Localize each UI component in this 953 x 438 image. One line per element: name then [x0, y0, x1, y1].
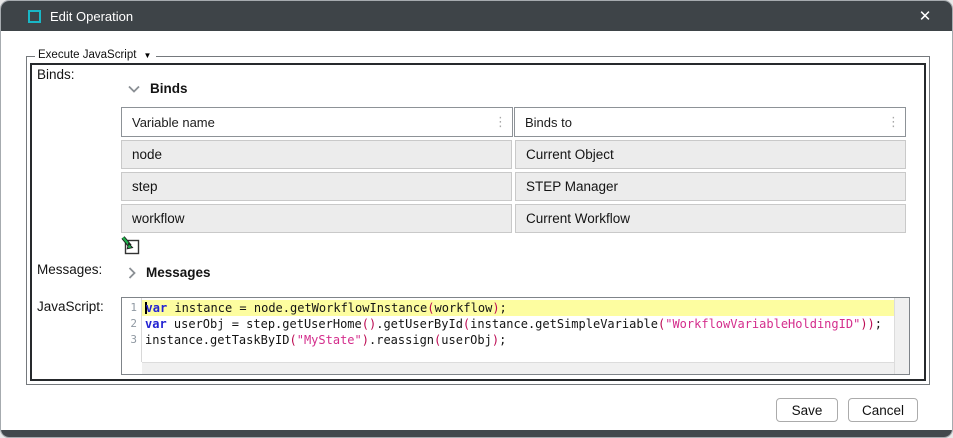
close-button[interactable]: ✕ [910, 1, 940, 31]
scrollbar-corner [122, 362, 142, 374]
save-button[interactable]: Save [776, 398, 838, 422]
cell-binds-to[interactable]: Current Workflow [515, 204, 906, 233]
table-edit-icon [120, 235, 141, 256]
column-header-variable-name[interactable]: Variable name ⋮ [121, 107, 513, 137]
horizontal-scrollbar[interactable] [142, 362, 894, 374]
table-edit-button[interactable] [120, 235, 141, 256]
messages-section-title: Messages [146, 265, 211, 280]
cell-binds-to[interactable]: Current Object [515, 140, 906, 169]
cell-binds-to[interactable]: STEP Manager [515, 172, 906, 201]
javascript-field-label: JavaScript: [37, 299, 104, 314]
code-area[interactable]: var instance = node.getWorkflowInstance(… [142, 298, 894, 362]
chevron-down-icon [128, 85, 140, 93]
messages-section-toggle[interactable]: Messages [128, 265, 211, 280]
window-bottom-edge [1, 430, 952, 437]
table-row[interactable]: step STEP Manager [121, 172, 906, 201]
line-number: 2 [122, 316, 141, 332]
dialog-title: Edit Operation [50, 9, 133, 24]
cell-variable-name[interactable]: node [121, 140, 512, 169]
cell-variable-name[interactable]: step [121, 172, 512, 201]
line-number: 3 [122, 332, 141, 348]
binds-section-title: Binds [150, 81, 188, 96]
operation-type-selector[interactable]: Execute JavaScript ▼ [35, 49, 156, 61]
binds-table-header: Variable name ⋮ Binds to ⋮ [121, 107, 906, 137]
column-menu-icon[interactable]: ⋮ [887, 116, 900, 129]
binds-table: Variable name ⋮ Binds to ⋮ node Current … [121, 107, 906, 233]
code-line-current[interactable]: var instance = node.getWorkflowInstance(… [142, 300, 894, 316]
code-line[interactable]: instance.getTaskByID("MyState").reassign… [142, 332, 894, 348]
titlebar: Edit Operation ✕ [1, 1, 952, 31]
line-number: 1 [122, 300, 141, 316]
code-line[interactable]: var userObj = step.getUserHome().getUser… [142, 316, 894, 332]
edit-operation-dialog: Edit Operation ✕ Execute JavaScript ▼ Bi… [0, 0, 953, 438]
app-window-icon [28, 10, 41, 23]
javascript-code-editor[interactable]: 1 2 3 var instance = node.getWorkflowIns… [121, 297, 910, 375]
cell-variable-name[interactable]: workflow [121, 204, 512, 233]
binds-field-label: Binds: [37, 67, 75, 82]
dropdown-caret-icon: ▼ [143, 51, 151, 60]
operation-type-label: Execute JavaScript [38, 49, 136, 61]
table-row[interactable]: node Current Object [121, 140, 906, 169]
column-header-binds-to[interactable]: Binds to ⋮ [514, 107, 906, 137]
messages-field-label: Messages: [37, 262, 102, 277]
line-number-gutter: 1 2 3 [122, 298, 142, 362]
chevron-right-icon [128, 267, 136, 279]
column-menu-icon[interactable]: ⋮ [494, 116, 507, 129]
binds-section-toggle[interactable]: Binds [128, 81, 188, 96]
close-icon: ✕ [919, 7, 932, 25]
cancel-button[interactable]: Cancel [848, 398, 918, 422]
table-row[interactable]: workflow Current Workflow [121, 204, 906, 233]
vertical-scrollbar[interactable] [894, 298, 909, 374]
